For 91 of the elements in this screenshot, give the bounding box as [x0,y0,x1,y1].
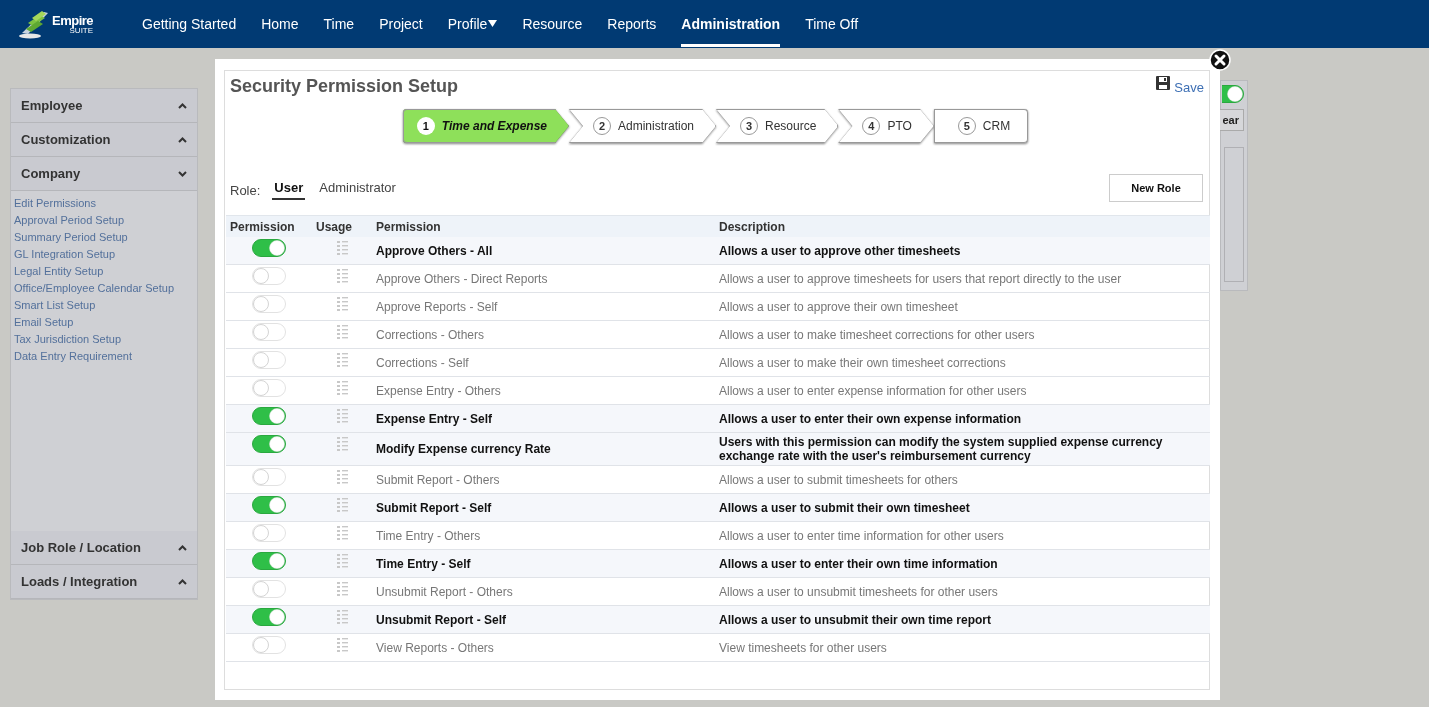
column-header: Usage [312,215,372,237]
toggle-switch[interactable] [252,435,286,453]
permission-name: Expense Entry - Self [372,404,715,433]
permission-description: Allows a user to unsubmit timesheets for other users [715,577,1210,606]
permission-name: Unsubmit Report - Self [372,605,715,634]
permission-name: Approve Others - All [372,237,715,265]
permission-name: Unsubmit Report - Others [372,577,715,606]
toggle-switch[interactable] [1222,85,1244,103]
wizard-step[interactable]: 4 PTO [838,109,934,143]
caret-icon [488,20,498,27]
list-icon[interactable] [336,498,348,513]
chevron-up-icon [178,578,187,585]
new-role-button[interactable]: New Role [1109,174,1203,202]
role-label: Role: [230,182,261,198]
list-icon[interactable] [336,526,348,541]
permission-description: Allows a user to enter expense information for other users [715,376,1210,405]
permission-name: Time Entry - Self [372,549,715,578]
section-header[interactable]: Customization [11,123,197,157]
list-icon[interactable] [336,610,348,625]
list-icon[interactable] [336,437,348,452]
permission-name: Approve Reports - Self [372,292,715,321]
permission-description: Allows a user to approve other timesheets [715,237,1210,265]
list-icon[interactable] [336,470,348,485]
list-icon[interactable] [336,409,348,424]
chevron-up-icon [178,102,187,109]
nav-link[interactable]: Time [323,1,355,47]
nav-link[interactable]: Time Off [805,1,859,47]
permission-name: Modify Expense currency Rate [372,432,715,466]
column-header: Permission [226,215,312,237]
nav-link[interactable]: Administration [681,1,781,47]
toggle-switch[interactable] [252,407,286,425]
chevron-down-icon [178,170,187,177]
section-header[interactable]: Job Role / Location [11,531,197,565]
logo-text: Empire [52,13,94,27]
permission-name: View Reports - Others [372,633,715,662]
wizard-step[interactable]: 2 Administration [569,109,716,143]
close-icon[interactable] [1209,49,1231,71]
list-icon[interactable] [336,297,348,312]
list-icon[interactable] [336,325,348,340]
wizard-step[interactable]: 3 Resource [716,109,839,143]
toggle-switch[interactable] [252,239,286,257]
list-icon[interactable] [336,582,348,597]
toggle-switch[interactable] [252,552,286,570]
permission-description: Allows a user to make their own timesheet corrections [715,348,1210,377]
nav-link[interactable]: Getting Started [142,1,237,47]
dialog-title: Security Permission Setup [230,76,459,97]
save-link[interactable]: Save [1156,76,1204,97]
permission-name: Approve Others - Direct Reports [372,264,715,293]
permission-name: Submit Report - Others [372,465,715,494]
chevron-up-icon [178,136,187,143]
permission-description: Allows a user to enter their own expense information [715,404,1210,433]
permission-name: Submit Report - Self [372,493,715,522]
floppy-icon [1156,76,1171,90]
list-icon[interactable] [336,554,348,569]
permission-description: View timesheets for other users [715,633,1210,662]
permission-description: Users with this permission can modify the system supplied expense currency exchange rate with the user's reimbursement currency [715,432,1210,466]
permission-name: Expense Entry - Others [372,376,715,405]
permission-description: Allows a user to make timesheet corrections for other users [715,320,1210,349]
logo-icon [18,9,50,39]
permission-description: Allows a user to submit their own timesheet [715,493,1210,522]
nav-link[interactable]: Project [379,1,423,47]
permission-name: Corrections - Others [372,320,715,349]
wizard-step[interactable]: 1 Time and Expense [402,109,569,143]
permission-description: Allows a user to approve their own timesheet [715,292,1210,321]
list-icon[interactable] [336,269,348,284]
nav-link[interactable]: Resource [522,1,583,47]
section-header[interactable]: Employee [11,89,197,123]
column-header: Permission [372,215,715,237]
nav-link[interactable]: Profile [447,1,498,47]
toggle-switch[interactable] [252,608,286,626]
permission-description: Allows a user to enter time information for other users [715,521,1210,550]
list-icon[interactable] [336,353,348,368]
list-icon[interactable] [336,241,348,256]
toggle-switch[interactable] [252,496,286,514]
section-header[interactable]: Loads / Integration [11,565,197,599]
section-header[interactable]: Company [11,157,197,191]
permission-name: Time Entry - Others [372,521,715,550]
nav-link[interactable]: Reports [607,1,657,47]
role-tab[interactable]: User [272,180,306,200]
list-icon[interactable] [336,381,348,396]
list-icon[interactable] [336,638,348,653]
wizard-step[interactable]: 5 CRM [933,109,1029,143]
chevron-up-icon [178,544,187,551]
permission-description: Allows a user to submit timesheets for others [715,465,1210,494]
role-tab[interactable]: Administrator [317,180,398,200]
permission-description: Allows a user to unsubmit their own time report [715,605,1210,634]
permission-description: Allows a user to enter their own time information [715,549,1210,578]
permission-name: Corrections - Self [372,348,715,377]
permission-description: Allows a user to approve timesheets for users that report directly to the user [715,264,1210,293]
nav-link[interactable]: Home [261,1,299,47]
column-header: Description [715,215,1210,237]
